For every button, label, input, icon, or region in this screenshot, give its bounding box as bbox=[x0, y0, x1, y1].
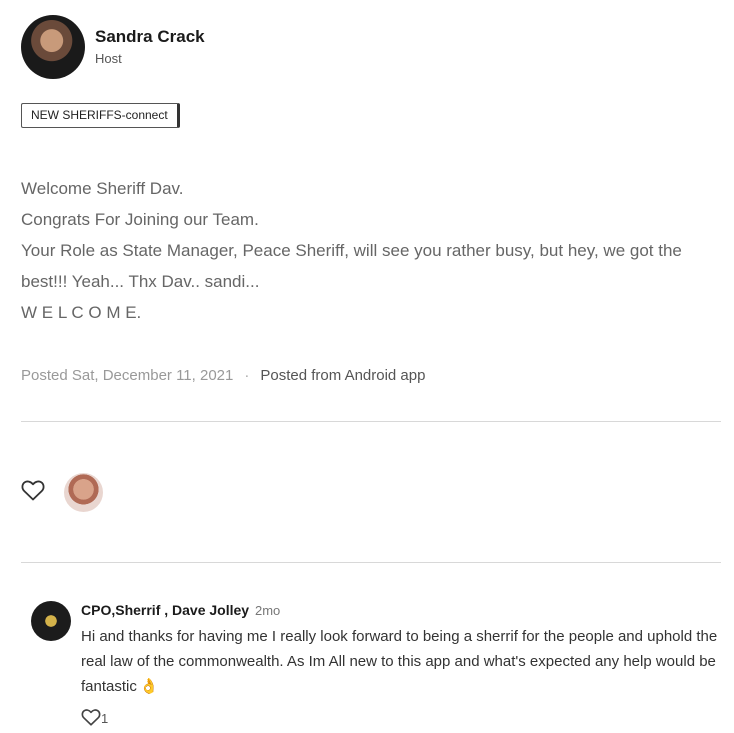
topic-tag[interactable]: NEW SHERIFFS-connect bbox=[21, 103, 180, 128]
comment-header: CPO,Sherrif , Dave Jolley 2mo bbox=[81, 600, 721, 621]
posted-source: Posted from Android app bbox=[260, 367, 426, 384]
comment-content: CPO,Sherrif , Dave Jolley 2mo Hi and tha… bbox=[81, 600, 721, 699]
posted-date: Posted Sat, December 11, 2021 bbox=[21, 367, 234, 384]
comment-text: Hi and thanks for having me I really loo… bbox=[81, 624, 721, 699]
divider bbox=[21, 421, 721, 422]
heart-outline-icon bbox=[21, 479, 45, 506]
post-reactions bbox=[21, 473, 103, 512]
author-role: Host bbox=[95, 51, 122, 66]
comment-time: 2mo bbox=[254, 603, 281, 618]
post-meta: Posted Sat, December 11, 2021 · Posted f… bbox=[21, 366, 425, 386]
post-author: Sandra Crack Host bbox=[21, 15, 205, 79]
comment-author[interactable]: CPO,Sherrif , Dave Jolley bbox=[81, 602, 249, 618]
post-body: Welcome Sheriff Dav. Congrats For Joinin… bbox=[21, 173, 711, 328]
post-body-line: W E L C O M E. bbox=[21, 303, 142, 322]
post-body-line: Congrats For Joining our Team. bbox=[21, 210, 259, 229]
meta-separator: · bbox=[244, 367, 250, 384]
comment-like-button[interactable] bbox=[81, 708, 101, 728]
post-body-line: Your Role as State Manager, Peace Sherif… bbox=[21, 241, 682, 291]
comment: CPO,Sherrif , Dave Jolley 2mo Hi and tha… bbox=[31, 600, 721, 699]
author-avatar[interactable] bbox=[21, 15, 85, 79]
commenter-avatar[interactable] bbox=[31, 601, 71, 641]
author-info: Sandra Crack Host bbox=[95, 26, 205, 68]
author-name[interactable]: Sandra Crack bbox=[95, 26, 205, 48]
comment-reactions: 1 bbox=[81, 708, 108, 728]
divider bbox=[21, 562, 721, 563]
comment-body: Hi and thanks for having me I really loo… bbox=[81, 628, 718, 695]
liker-avatar[interactable] bbox=[64, 473, 103, 512]
ok-hand-icon: 👌 bbox=[139, 678, 159, 695]
comment-like-count: 1 bbox=[101, 710, 109, 726]
like-button[interactable] bbox=[21, 479, 45, 506]
post-body-line: Welcome Sheriff Dav. bbox=[21, 179, 184, 198]
heart-outline-icon bbox=[81, 708, 101, 729]
